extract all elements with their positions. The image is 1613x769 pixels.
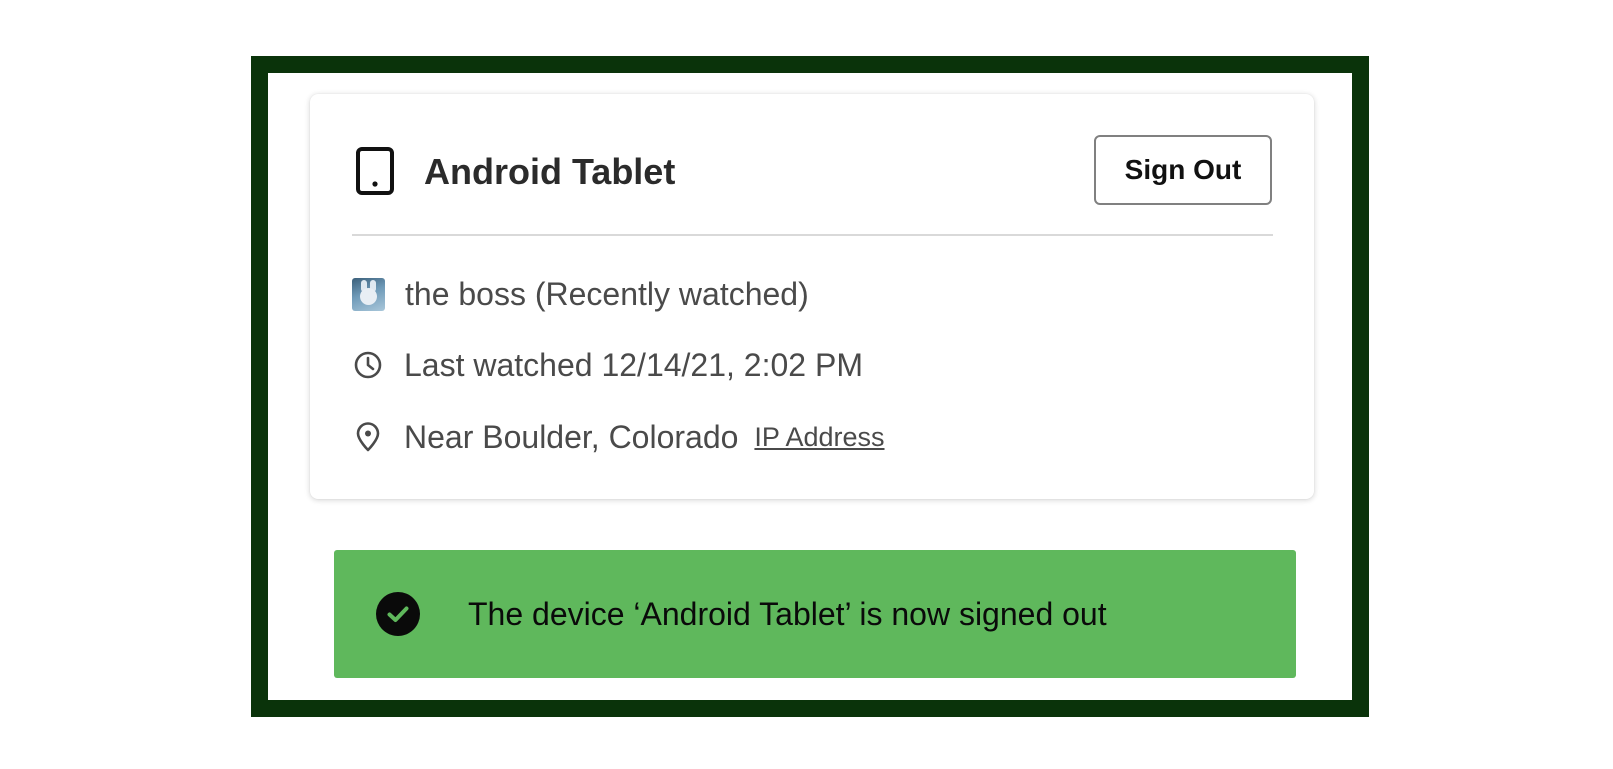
last-watched-label: Last watched 12/14/21, 2:02 PM (404, 346, 863, 383)
location-row: Near Boulder, Colorado IP Address (352, 415, 885, 459)
profile-row: the boss (Recently watched) (352, 272, 809, 316)
clock-icon (354, 351, 382, 379)
tablet-icon (356, 147, 394, 195)
profile-avatar (352, 277, 385, 311)
divider (352, 234, 1273, 236)
last-watched-row: Last watched 12/14/21, 2:02 PM (352, 343, 863, 387)
profile-label: the boss (Recently watched) (405, 275, 809, 312)
device-name: Android Tablet (424, 151, 676, 192)
location-label: Near Boulder, Colorado (404, 418, 739, 455)
ip-address-link[interactable]: IP Address (754, 422, 884, 453)
location-pin-icon (356, 422, 380, 452)
signed-out-message: The device ‘Android Tablet’ is now signe… (468, 596, 1107, 632)
check-circle-icon (376, 592, 420, 636)
sign-out-button[interactable]: Sign Out (1094, 135, 1272, 205)
